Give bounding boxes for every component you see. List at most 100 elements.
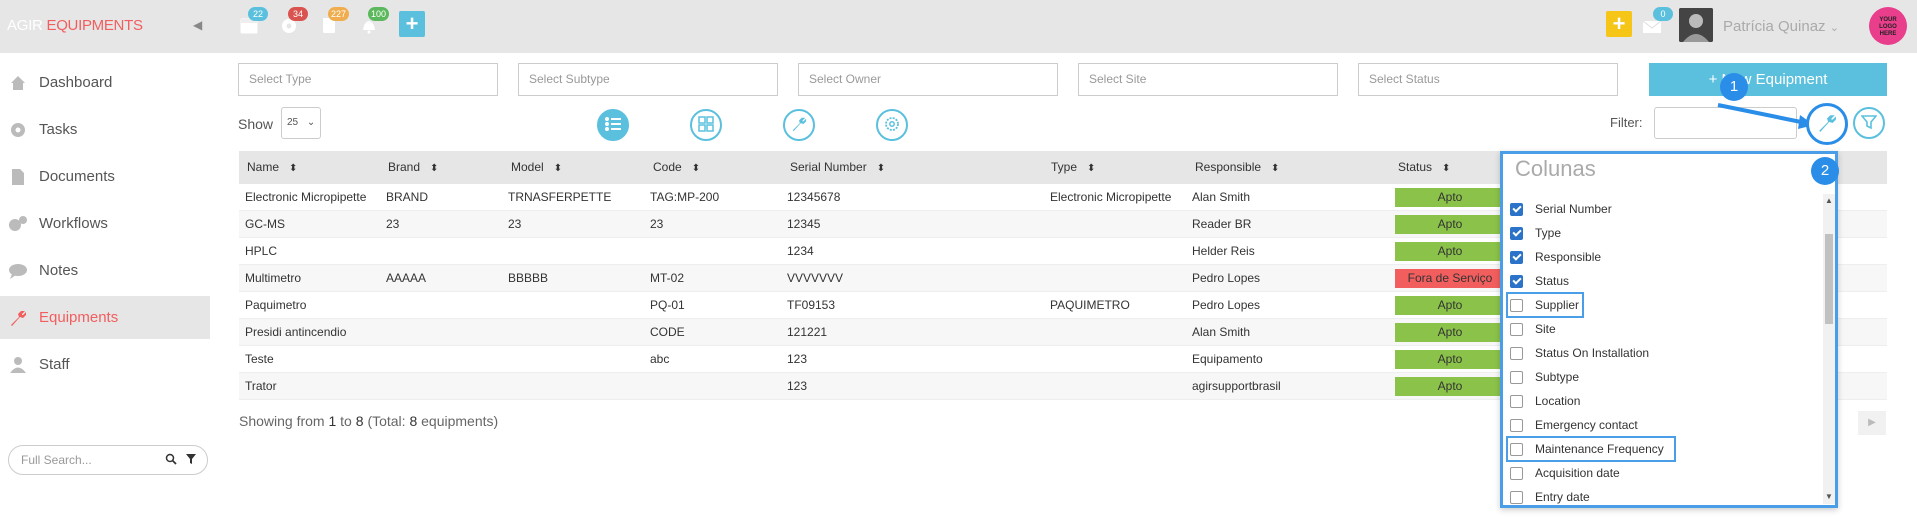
maintenance-view-button[interactable]	[783, 109, 815, 141]
checkbox[interactable]	[1510, 490, 1523, 504]
checkbox[interactable]	[1510, 226, 1523, 240]
checkbox[interactable]	[1510, 202, 1523, 216]
select-owner[interactable]: Select Owner	[798, 63, 1058, 96]
bell-icon[interactable]: 100	[358, 7, 390, 36]
caret-left-icon[interactable]: ◀	[193, 18, 202, 32]
quick-add-button[interactable]: +	[1606, 11, 1632, 37]
cell-brand: AAAAA	[386, 271, 427, 285]
scroll-thumb[interactable]	[1825, 234, 1833, 324]
top-bar: AGIR EQUIPMENTS ◀ 22 34 227 100 + + 0 Pat…	[0, 0, 1917, 53]
column-option-label: Entry date	[1535, 490, 1590, 504]
checkbox[interactable]	[1510, 466, 1523, 480]
column-option-responsible[interactable]: Responsible	[1510, 246, 1601, 268]
mail-icon[interactable]: 0	[1641, 7, 1673, 36]
column-settings-button[interactable]	[1806, 103, 1848, 145]
highlight-box	[1506, 436, 1676, 462]
header-label: Responsible	[1195, 160, 1262, 174]
cell-responsible: Pedro Lopes	[1192, 298, 1261, 312]
settings-view-button[interactable]	[876, 109, 908, 141]
checkbox[interactable]	[1510, 250, 1523, 264]
column-option-status[interactable]: Status	[1510, 270, 1569, 292]
sidebar-item-label: Workflows	[39, 215, 108, 232]
sidebar-item-notes[interactable]: Notes	[0, 249, 210, 292]
list-view-button[interactable]	[597, 109, 629, 141]
column-header-model[interactable]: Model ⬍	[511, 151, 562, 184]
column-header-code[interactable]: Code ⬍	[653, 151, 700, 184]
cell-serial: 12345678	[787, 190, 841, 204]
select-type[interactable]: Select Type	[238, 63, 498, 96]
scroll-down-icon[interactable]: ▼	[1825, 492, 1833, 501]
sidebar-item-workflows[interactable]: Workflows	[0, 202, 210, 245]
calendar-icon[interactable]: 22	[238, 7, 268, 36]
checkbox[interactable]	[1510, 418, 1523, 432]
cell-code: TAG:MP-200	[650, 190, 720, 204]
cell-code: abc	[650, 352, 670, 366]
sort-icon: ⬍	[289, 163, 298, 174]
highlight-box	[1506, 292, 1584, 318]
filter-icon[interactable]	[185, 453, 197, 468]
sidebar-item-label: Dashboard	[39, 74, 113, 91]
column-header-serial-number[interactable]: Serial Number ⬍	[790, 151, 885, 184]
select-status[interactable]: Select Status	[1358, 63, 1618, 96]
column-option-entry-date[interactable]: Entry date	[1510, 486, 1590, 505]
sidebar-item-staff[interactable]: Staff	[0, 343, 210, 386]
cell-name: Teste	[245, 352, 274, 366]
cell-type: PAQUIMETRO	[1050, 298, 1130, 312]
cell-serial: 1234	[787, 244, 814, 258]
column-option-location[interactable]: Location	[1510, 390, 1580, 412]
cell-name: Trator	[245, 379, 277, 393]
select-site[interactable]: Select Site	[1078, 63, 1338, 96]
column-header-name[interactable]: Name ⬍	[247, 151, 297, 184]
pagination-next-button[interactable]: ▶	[1858, 411, 1886, 435]
cell-brand: BRAND	[386, 190, 429, 204]
column-header-status[interactable]: Status ⬍	[1398, 151, 1450, 184]
column-option-subtype[interactable]: Subtype	[1510, 366, 1579, 388]
gear-icon[interactable]: 34	[278, 7, 308, 36]
column-header-responsible[interactable]: Responsible ⬍	[1195, 151, 1279, 184]
sidebar-item-dashboard[interactable]: Dashboard	[0, 61, 210, 104]
column-option-status-on-installation[interactable]: Status On Installation	[1510, 342, 1649, 364]
column-option-type[interactable]: Type	[1510, 222, 1561, 244]
scroll-up-icon[interactable]: ▲	[1825, 196, 1833, 205]
header-label: Type	[1051, 160, 1078, 174]
cell-serial: TF09153	[787, 298, 836, 312]
column-header-type[interactable]: Type ⬍	[1051, 151, 1095, 184]
cell-serial: 123	[787, 379, 808, 393]
column-option-site[interactable]: Site	[1510, 318, 1556, 340]
checkbox[interactable]	[1510, 394, 1523, 408]
columns-scrollbar[interactable]: ▲ ▼	[1823, 194, 1835, 504]
sidebar-item-documents[interactable]: Documents	[0, 155, 210, 198]
clipboard-icon[interactable]: 227	[318, 7, 350, 36]
user-menu[interactable]: Patrícia Quinaz ⌄	[1723, 18, 1839, 35]
brand-logo[interactable]: AGIR EQUIPMENTS	[7, 17, 143, 34]
checkbox[interactable]	[1510, 370, 1523, 384]
add-icon[interactable]: +	[399, 11, 425, 37]
cell-name: Presidi antincendio	[245, 325, 347, 339]
avatar[interactable]	[1679, 8, 1713, 42]
checkbox[interactable]	[1510, 346, 1523, 360]
column-option-acquisition-date[interactable]: Acquisition date	[1510, 462, 1620, 484]
column-option-emergency-contact[interactable]: Emergency contact	[1510, 414, 1638, 436]
sidebar-item-label: Equipments	[39, 309, 119, 326]
sidebar-item-equipments[interactable]: Equipments	[0, 296, 210, 339]
checkbox[interactable]	[1510, 322, 1523, 336]
full-search-input[interactable]: Full Search...	[8, 445, 208, 475]
sidebar: Dashboard Tasks Documents Workflows Note…	[0, 53, 210, 526]
cell-responsible: Alan Smith	[1192, 325, 1251, 339]
search-placeholder: Full Search...	[21, 453, 92, 467]
header-label: Model	[511, 160, 544, 174]
callout-badge-2: 2	[1811, 157, 1839, 185]
list-icon	[604, 116, 622, 135]
sidebar-item-tasks[interactable]: Tasks	[0, 108, 210, 151]
grid-view-button[interactable]	[690, 109, 722, 141]
select-subtype[interactable]: Select Subtype	[518, 63, 778, 96]
status-badge: Apto	[1395, 323, 1505, 342]
column-option-serial-number[interactable]: Serial Number	[1510, 198, 1612, 220]
checkbox[interactable]	[1510, 274, 1523, 288]
filter-toggle-button[interactable]	[1853, 107, 1885, 139]
footer-total-prefix: (Total:	[367, 413, 406, 429]
column-header-brand[interactable]: Brand ⬍	[388, 151, 438, 184]
search-icon[interactable]	[165, 453, 177, 468]
page-size-select[interactable]: 25 ⌄	[281, 107, 321, 139]
column-option-label: Site	[1535, 322, 1556, 336]
